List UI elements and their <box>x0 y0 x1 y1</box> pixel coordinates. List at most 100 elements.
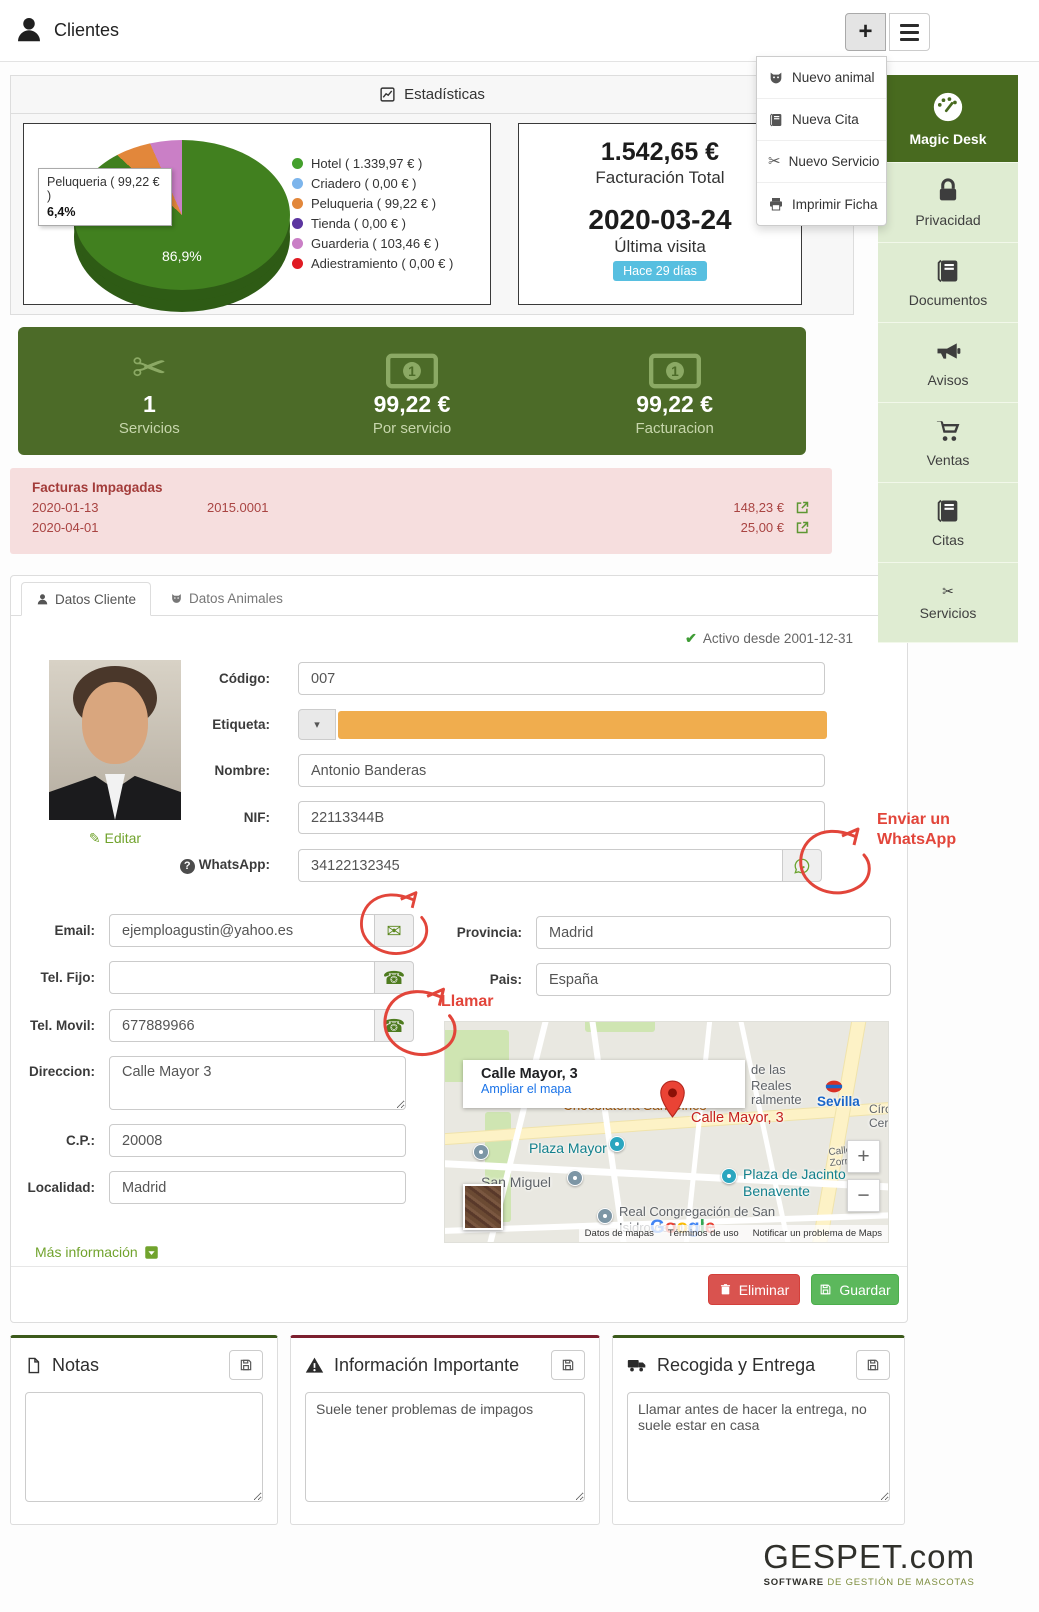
legend-item-hotel[interactable]: Hotel ( 1.339,97 € ) <box>292 156 453 171</box>
congregacion-poi-marker[interactable] <box>597 1208 613 1224</box>
pais-input[interactable] <box>536 963 891 996</box>
important-info-textarea[interactable]: Suele tener problemas de impagos <box>305 1392 585 1502</box>
sidebar-item-servicios[interactable]: ✂ Servicios <box>878 563 1018 643</box>
map-zoom-out-button[interactable]: − <box>847 1179 880 1212</box>
sidebar-item-magic-desk[interactable]: Magic Desk <box>878 75 1018 163</box>
bullhorn-icon <box>934 337 962 365</box>
open-invoice-button[interactable] <box>784 520 810 535</box>
logo-text: GESPET.com <box>763 1538 975 1576</box>
sidebar-item-documentos[interactable]: Documentos <box>878 243 1018 323</box>
annotation-llamar-text: Llamar <box>441 992 493 1012</box>
open-invoice-button[interactable] <box>784 500 810 515</box>
menu-item-imprimir-ficha[interactable]: Imprimir Ficha <box>757 183 886 225</box>
legend-item-tienda[interactable]: Tienda ( 0,00 € ) <box>292 216 453 231</box>
map-zoom-in-button[interactable]: + <box>847 1140 880 1173</box>
nif-input[interactable] <box>298 801 825 834</box>
whatsapp-input[interactable] <box>298 849 785 882</box>
nombre-input[interactable] <box>298 754 825 787</box>
important-info-panel: Información Importante Suele tener probl… <box>290 1335 600 1525</box>
provincia-input[interactable] <box>536 916 891 949</box>
sidebar-item-citas[interactable]: Citas <box>878 483 1018 563</box>
add-button[interactable]: + <box>845 13 886 51</box>
divider <box>11 1266 907 1267</box>
legend-item-adiestramiento[interactable]: Adiestramiento ( 0,00 € ) <box>292 256 453 271</box>
google-map[interactable]: Chocolatería San Ginés de las Reales ral… <box>444 1021 889 1243</box>
church-poi-marker[interactable] <box>473 1144 489 1160</box>
tel-movil-input[interactable] <box>109 1009 377 1042</box>
map-enlarge-link[interactable]: Ampliar el mapa <box>481 1082 745 1096</box>
menu-item-nuevo-servicio[interactable]: ✂ Nuevo Servicio <box>757 141 886 183</box>
legend-dot <box>292 218 303 229</box>
notes-textarea[interactable] <box>25 1392 263 1502</box>
localidad-input[interactable] <box>109 1171 406 1204</box>
money-icon: 1 <box>649 353 701 389</box>
client-card: Datos Cliente Datos Animales ✔ Activo de… <box>10 575 908 1323</box>
san-miguel-poi-marker[interactable] <box>567 1170 583 1186</box>
pickup-delivery-panel: Recogida y Entrega Llamar antes de hacer… <box>612 1335 905 1525</box>
active-since: ✔ Activo desde 2001-12-31 <box>685 630 853 647</box>
save-notes-button[interactable] <box>229 1350 263 1380</box>
plaza-mayor-poi-marker[interactable] <box>609 1136 625 1152</box>
more-info-label: Más información <box>35 1244 138 1260</box>
cp-input[interactable] <box>109 1124 406 1157</box>
save-button[interactable]: Guardar <box>811 1274 899 1305</box>
email-input[interactable] <box>109 914 377 947</box>
animal-icon <box>170 592 183 605</box>
scissors-icon: ✂ <box>132 347 167 389</box>
send-email-button[interactable]: ✉ <box>374 914 414 947</box>
tab-datos-animales[interactable]: Datos Animales <box>155 582 298 615</box>
pickup-delivery-textarea[interactable]: Llamar antes de hacer la entrega, no sue… <box>627 1392 890 1502</box>
map-data-link[interactable]: Datos de mapas <box>585 1228 654 1239</box>
menu-item-nuevo-animal[interactable]: Nuevo animal <box>757 57 886 99</box>
svg-text:1: 1 <box>671 364 679 379</box>
trash-icon <box>719 1283 732 1296</box>
codigo-input[interactable] <box>298 662 825 695</box>
legend-item-criadero[interactable]: Criadero ( 0,00 € ) <box>292 176 453 191</box>
save-icon <box>866 1358 880 1372</box>
unpaid-row: 2020-01-13 2015.0001 148,23 € <box>32 500 810 515</box>
notes-panel: Notas <box>10 1335 278 1525</box>
benavente-poi-marker[interactable] <box>721 1168 737 1184</box>
delete-label: Eliminar <box>739 1282 790 1298</box>
call-movil-button[interactable]: ☎ <box>374 1009 414 1042</box>
more-info-link[interactable]: Más información <box>35 1244 159 1260</box>
legend-item-guarderia[interactable]: Guarderia ( 103,46 € ) <box>292 236 453 251</box>
street-view-pegman[interactable] <box>463 1184 503 1230</box>
sidebar-item-label: Servicios <box>920 605 977 621</box>
field-row-tel-movil: Tel. Movil: ☎ <box>11 1009 414 1042</box>
field-label: Localidad: <box>11 1180 109 1195</box>
map-report-link[interactable]: Notificar un problema de Maps <box>753 1228 882 1239</box>
sidebar-item-privacidad[interactable]: Privacidad <box>878 163 1018 243</box>
help-icon[interactable]: ? <box>180 859 195 874</box>
map-label-sevilla: Sevilla <box>817 1094 860 1109</box>
tab-label: Datos Cliente <box>55 592 136 607</box>
field-label: Pais: <box>441 972 536 987</box>
legend-item-peluqueria[interactable]: Peluqueria ( 99,22 € ) <box>292 196 453 211</box>
delete-button[interactable]: Eliminar <box>708 1274 800 1305</box>
map-terms-link[interactable]: Términos de uso <box>668 1228 739 1239</box>
clients-page: Clientes + Nuevo animal Nueva Cita ✂ Nue… <box>0 0 1039 1612</box>
tab-datos-cliente[interactable]: Datos Cliente <box>21 582 151 616</box>
legend-label: Hotel ( 1.339,97 € ) <box>311 156 422 171</box>
save-icon <box>561 1358 575 1372</box>
field-label: Código: <box>11 671 298 686</box>
etiqueta-color-bar[interactable] <box>338 711 827 739</box>
money-icon: 1 <box>386 353 438 389</box>
direccion-textarea[interactable]: Calle Mayor 3 <box>109 1056 406 1110</box>
call-fijo-button[interactable]: ☎ <box>374 961 414 994</box>
book-icon <box>934 257 962 285</box>
save-pickup-button[interactable] <box>856 1350 890 1380</box>
sidebar-item-ventas[interactable]: Ventas <box>878 403 1018 483</box>
chart-icon <box>379 86 396 103</box>
menu-item-nueva-cita[interactable]: Nueva Cita <box>757 99 886 141</box>
menu-button[interactable] <box>889 13 930 51</box>
save-important-info-button[interactable] <box>551 1350 585 1380</box>
etiqueta-dropdown-button[interactable]: ▾ <box>298 709 336 740</box>
send-whatsapp-button[interactable] <box>782 849 822 882</box>
legend-dot <box>292 178 303 189</box>
page-title: Clientes <box>54 20 119 41</box>
tel-fijo-input[interactable] <box>109 961 377 994</box>
sidebar-item-avisos[interactable]: Avisos <box>878 323 1018 403</box>
last-visit-label: Última visita <box>519 237 801 257</box>
kpi-value: 99,22 € <box>374 391 451 418</box>
